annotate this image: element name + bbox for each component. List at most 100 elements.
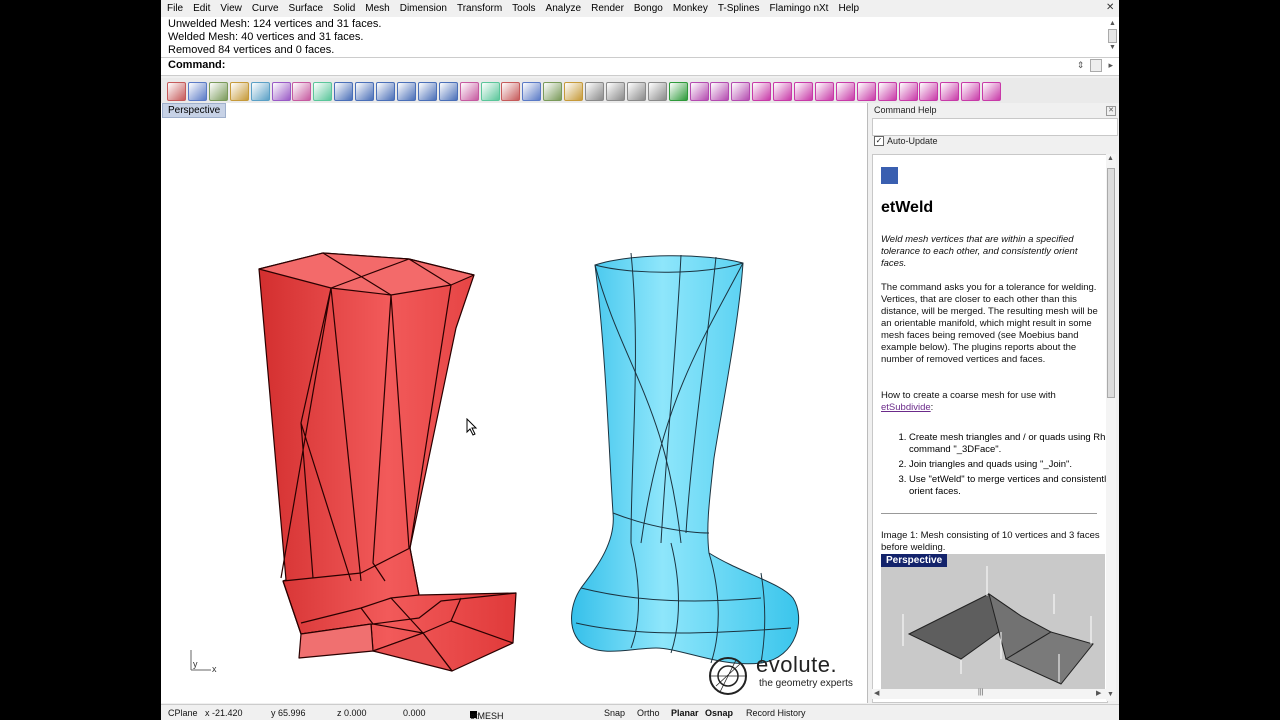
array-polar-icon[interactable] xyxy=(292,82,312,101)
spin-icon[interactable]: ⇕ xyxy=(1077,60,1085,71)
tspline-icon[interactable] xyxy=(856,82,876,101)
cup-icon[interactable] xyxy=(647,82,667,101)
scroll-thumb[interactable] xyxy=(1108,29,1117,43)
array-icon[interactable] xyxy=(271,82,291,101)
cube-icon[interactable] xyxy=(689,82,709,101)
layer-name: etMESH xyxy=(470,711,504,720)
status-x: x -21.420 xyxy=(205,708,243,718)
auto-update-option[interactable]: ✓ Auto-Update xyxy=(874,136,938,146)
command-line[interactable]: Command: ⇕ ▸ xyxy=(161,58,1119,76)
menu-item-surface[interactable]: Surface xyxy=(284,0,328,17)
menu-item-help[interactable]: Help xyxy=(833,0,864,17)
tspline-icon[interactable] xyxy=(940,82,960,101)
menu-item-tools[interactable]: Tools xyxy=(507,0,540,17)
cube-icon[interactable] xyxy=(710,82,730,101)
menu-item-view[interactable]: View xyxy=(215,0,247,17)
tspline-icon[interactable] xyxy=(794,82,813,101)
color-bar-icon[interactable] xyxy=(459,82,479,101)
arrow-right-icon[interactable]: ▸ xyxy=(1108,60,1113,71)
cube-icon[interactable] xyxy=(731,82,751,101)
tspline-icon[interactable] xyxy=(898,82,918,101)
scroll-up-icon[interactable]: ▲ xyxy=(1107,155,1114,162)
planar-toggle[interactable]: Planar xyxy=(671,708,699,718)
project-points-icon[interactable] xyxy=(208,82,228,101)
tspline-icon[interactable] xyxy=(982,82,1002,101)
help-vertical-scrollbar[interactable]: ▲ ▼ xyxy=(1106,154,1116,701)
help-step: Join triangles and quads using "_Join". xyxy=(909,459,1107,471)
evolute-logo: evolute. the geometry experts xyxy=(706,650,866,700)
tspline-icon[interactable] xyxy=(835,82,855,101)
menu-item-t-splines[interactable]: T-Splines xyxy=(713,0,765,17)
command-box[interactable] xyxy=(1090,59,1103,72)
menu-item-flamingo-nxt[interactable]: Flamingo nXt xyxy=(765,0,834,17)
grid-icon[interactable] xyxy=(355,82,375,101)
blue-subdivided-mesh xyxy=(571,252,800,665)
close-icon[interactable]: ✕ xyxy=(1106,106,1116,116)
menu-item-monkey[interactable]: Monkey xyxy=(668,0,713,17)
cup-icon[interactable] xyxy=(626,82,646,101)
help-search-box[interactable] xyxy=(872,118,1118,136)
command-nav: ⇕ ▸ xyxy=(1077,59,1113,72)
ortho-toggle[interactable]: Ortho xyxy=(637,708,660,718)
help-step: Create mesh triangles and / or quads usi… xyxy=(909,432,1107,456)
menu-item-edit[interactable]: Edit xyxy=(188,0,215,17)
mesh-icon[interactable] xyxy=(543,82,563,101)
osnap-toggle[interactable]: Osnap xyxy=(705,708,733,718)
patch-icon[interactable] xyxy=(229,82,249,101)
toolbar xyxy=(161,78,1119,105)
logo-tagline: the geometry experts xyxy=(759,678,853,689)
viewport-tab-perspective[interactable]: Perspective xyxy=(162,103,227,118)
auto-update-checkbox[interactable]: ✓ xyxy=(874,136,884,146)
move-uvn-icon[interactable] xyxy=(187,82,207,101)
perspective-viewport[interactable]: Perspective y x evolute. the geometry ex… xyxy=(161,103,868,703)
scroll-right-icon[interactable]: ▶ xyxy=(1096,689,1101,697)
tspline-icon[interactable] xyxy=(752,82,772,101)
cup-icon[interactable] xyxy=(605,82,625,101)
scroll-thumb[interactable] xyxy=(1107,168,1115,398)
status-distance: 0.000 xyxy=(403,708,426,718)
menu-item-render[interactable]: Render xyxy=(586,0,629,17)
scroll-grip-icon[interactable]: ||| xyxy=(978,689,983,696)
grid-icon[interactable] xyxy=(376,82,395,101)
grid-icon[interactable] xyxy=(334,82,354,101)
record-history-toggle[interactable]: Record History xyxy=(746,708,806,718)
loft-icon[interactable] xyxy=(250,82,270,101)
cup-icon[interactable] xyxy=(585,82,604,101)
tspline-icon[interactable] xyxy=(919,82,939,101)
menu-item-transform[interactable]: Transform xyxy=(452,0,507,17)
scroll-left-icon[interactable]: ◀ xyxy=(874,689,879,697)
scroll-down-icon[interactable]: ▼ xyxy=(1108,43,1117,53)
menu-item-analyze[interactable]: Analyze xyxy=(541,0,587,17)
orient-icon[interactable] xyxy=(313,82,333,101)
history-scrollbar[interactable]: ▲ ▼ xyxy=(1108,19,1117,57)
grid-icon[interactable] xyxy=(417,82,437,101)
scroll-down-icon[interactable]: ▼ xyxy=(1107,691,1114,698)
flow-along-surface-icon[interactable] xyxy=(167,82,186,101)
menu-item-mesh[interactable]: Mesh xyxy=(360,0,394,17)
snap-toggle[interactable]: Snap xyxy=(604,708,625,718)
grid-icon[interactable] xyxy=(438,82,458,101)
menu-item-curve[interactable]: Curve xyxy=(247,0,284,17)
menu-item-bongo[interactable]: Bongo xyxy=(629,0,668,17)
mesh-icon[interactable] xyxy=(501,82,521,101)
weld-icon[interactable] xyxy=(564,82,584,101)
mesh-icon[interactable] xyxy=(522,82,542,101)
tspline-icon[interactable] xyxy=(961,82,981,101)
tspline-icon[interactable] xyxy=(814,82,834,101)
menu-item-solid[interactable]: Solid xyxy=(328,0,360,17)
etsubdivide-link[interactable]: etSubdivide xyxy=(881,402,931,413)
scroll-up-icon[interactable]: ▲ xyxy=(1108,19,1117,29)
close-icon[interactable]: ✕ xyxy=(1106,3,1115,13)
power-icon[interactable] xyxy=(668,82,688,101)
grid-icon[interactable] xyxy=(396,82,416,101)
status-cplane[interactable]: CPlane xyxy=(168,708,198,718)
viewport-scene xyxy=(258,252,800,672)
command-label: Command: xyxy=(168,59,226,71)
tspline-icon[interactable] xyxy=(877,82,897,101)
color-bar-icon[interactable] xyxy=(480,82,500,101)
help-horizontal-scrollbar[interactable]: ◀ ||| ▶ xyxy=(872,689,1106,699)
menu-item-file[interactable]: File xyxy=(161,0,188,17)
tspline-icon[interactable] xyxy=(773,82,793,101)
example-viewport-tab: Perspective xyxy=(881,554,948,567)
menu-item-dimension[interactable]: Dimension xyxy=(395,0,452,17)
